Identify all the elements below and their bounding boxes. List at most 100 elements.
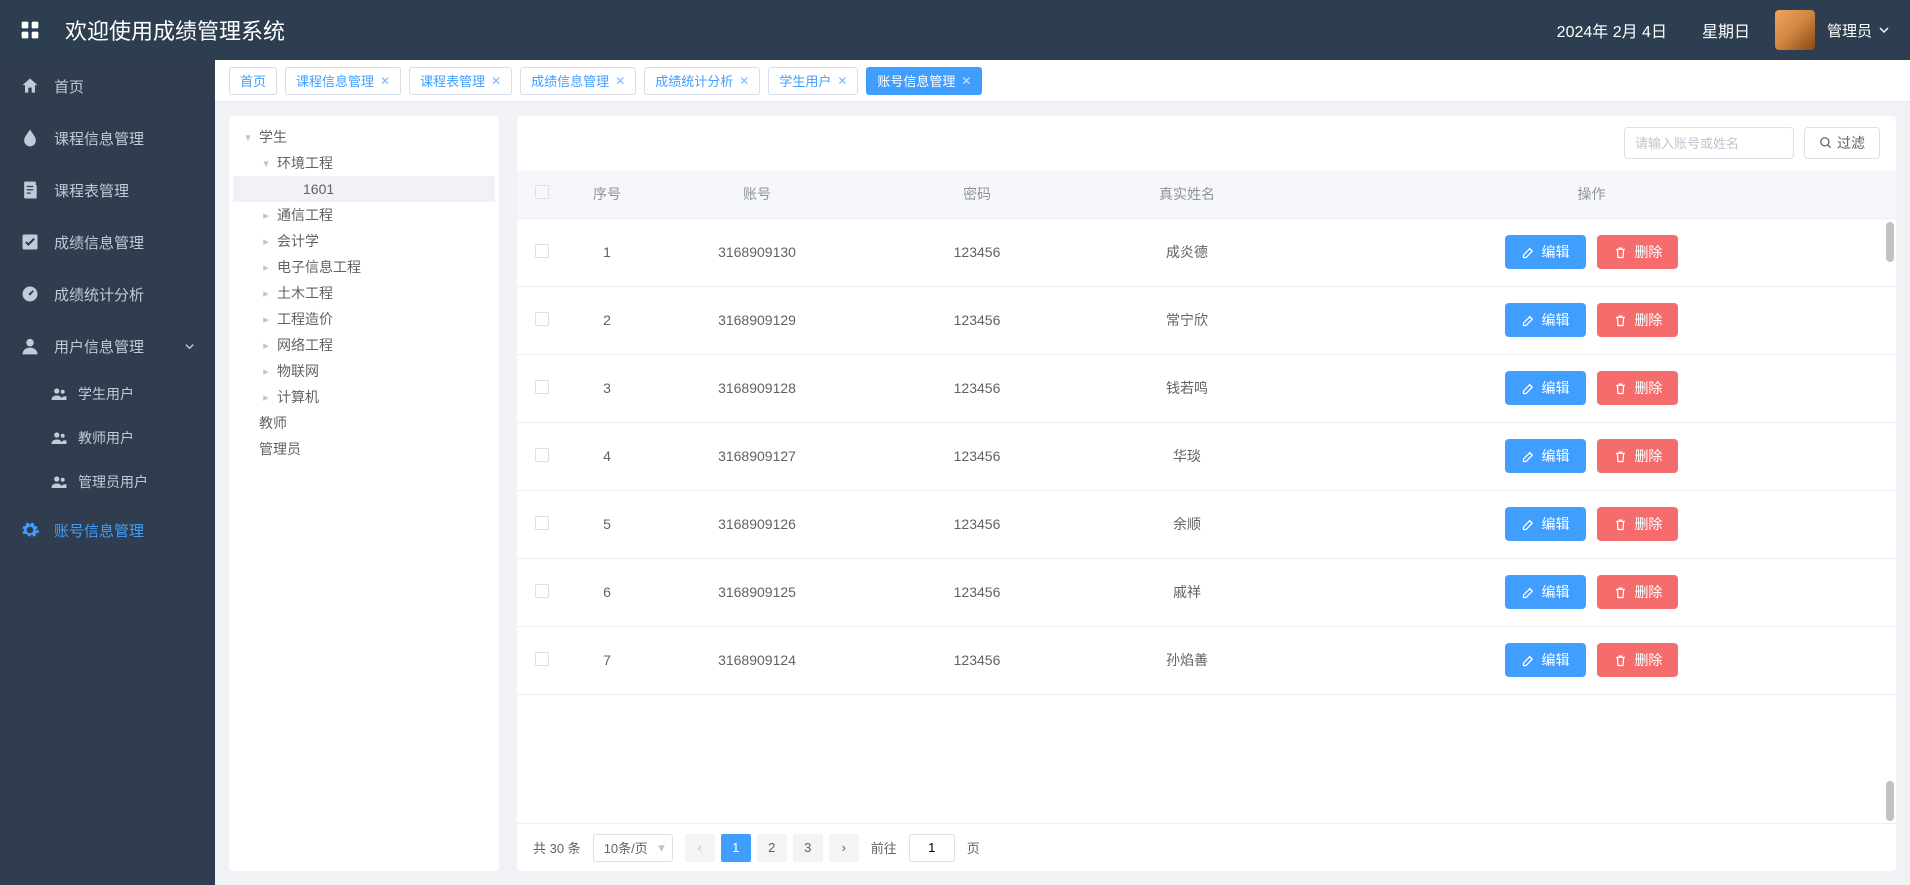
row-checkbox[interactable] xyxy=(535,380,549,394)
tree-toggle-icon[interactable]: ▸ xyxy=(259,338,273,352)
apps-icon[interactable] xyxy=(20,20,40,40)
tree-toggle-icon[interactable]: ▸ xyxy=(259,260,273,274)
delete-button[interactable]: 删除 xyxy=(1597,303,1678,337)
sidebar-subitem[interactable]: 教师用户 xyxy=(0,416,215,460)
tab[interactable]: 成绩统计分析✕ xyxy=(644,67,760,95)
tree-toggle-icon[interactable]: ▸ xyxy=(259,234,273,248)
sidebar-item-check[interactable]: 成绩信息管理 xyxy=(0,216,215,268)
sidebar-item-doc[interactable]: 课程表管理 xyxy=(0,164,215,216)
tab[interactable]: 账号信息管理✕ xyxy=(866,67,982,95)
sidebar-subitem[interactable]: 管理员用户 xyxy=(0,460,215,504)
tree-node[interactable]: ▾学生 xyxy=(233,124,495,150)
tab[interactable]: 首页 xyxy=(229,67,277,95)
dashboard-icon xyxy=(20,284,40,304)
close-icon[interactable]: ✕ xyxy=(739,74,749,88)
sidebar-item-home[interactable]: 首页 xyxy=(0,60,215,112)
tab[interactable]: 学生用户✕ xyxy=(768,67,858,95)
tree-node[interactable]: ▸电子信息工程 xyxy=(233,254,495,280)
sidebar-item-user[interactable]: 用户信息管理 xyxy=(0,320,215,372)
row-checkbox[interactable] xyxy=(535,448,549,462)
user-icon xyxy=(20,336,40,356)
close-icon[interactable]: ✕ xyxy=(491,74,501,88)
delete-button[interactable]: 删除 xyxy=(1597,575,1678,609)
page-number-button[interactable]: 1 xyxy=(721,834,751,862)
edit-button[interactable]: 编辑 xyxy=(1505,439,1586,473)
tree-toggle-icon[interactable]: ▾ xyxy=(241,130,255,144)
tree-toggle-icon[interactable]: ▸ xyxy=(259,208,273,222)
row-checkbox[interactable] xyxy=(535,244,549,258)
delete-button[interactable]: 删除 xyxy=(1597,439,1678,473)
tree-node[interactable]: ▸网络工程 xyxy=(233,332,495,358)
tree-toggle-icon[interactable]: ▸ xyxy=(259,390,273,404)
tree-node[interactable]: ▸计算机 xyxy=(233,384,495,410)
tree-node[interactable]: ▸物联网 xyxy=(233,358,495,384)
delete-label: 删除 xyxy=(1634,378,1662,398)
edit-button[interactable]: 编辑 xyxy=(1505,303,1586,337)
cell-index: 2 xyxy=(567,286,647,354)
edit-button[interactable]: 编辑 xyxy=(1505,575,1586,609)
cell-password: 123456 xyxy=(867,286,1087,354)
next-page-button[interactable]: › xyxy=(829,834,859,862)
search-input[interactable] xyxy=(1624,127,1794,159)
sidebar-item-drop[interactable]: 课程信息管理 xyxy=(0,112,215,164)
edit-icon xyxy=(1521,653,1536,668)
scrollbar[interactable] xyxy=(1886,222,1894,821)
col-index-header: 序号 xyxy=(567,170,647,218)
tree-node[interactable]: ▸通信工程 xyxy=(233,202,495,228)
goto-page-input[interactable] xyxy=(909,834,955,862)
tab[interactable]: 课程信息管理✕ xyxy=(285,67,401,95)
scrollbar-thumb[interactable] xyxy=(1886,781,1894,821)
tree-toggle-icon[interactable]: ▸ xyxy=(259,286,273,300)
row-checkbox[interactable] xyxy=(535,652,549,666)
close-icon[interactable]: ✕ xyxy=(961,74,971,88)
tree-node[interactable]: ▸会计学 xyxy=(233,228,495,254)
tree-node[interactable]: ▸土木工程 xyxy=(233,280,495,306)
delete-button[interactable]: 删除 xyxy=(1597,643,1678,677)
close-icon[interactable]: ✕ xyxy=(615,74,625,88)
edit-icon xyxy=(1521,313,1536,328)
scrollbar-thumb[interactable] xyxy=(1886,222,1894,262)
page-number-button[interactable]: 3 xyxy=(793,834,823,862)
delete-button[interactable]: 删除 xyxy=(1597,507,1678,541)
edit-button[interactable]: 编辑 xyxy=(1505,643,1586,677)
tree-toggle-icon[interactable]: ▾ xyxy=(259,156,273,170)
tree-node[interactable]: 管理员 xyxy=(233,436,495,462)
edit-button[interactable]: 编辑 xyxy=(1505,507,1586,541)
delete-button[interactable]: 删除 xyxy=(1597,235,1678,269)
row-checkbox[interactable] xyxy=(535,584,549,598)
delete-button[interactable]: 删除 xyxy=(1597,371,1678,405)
prev-page-button[interactable]: ‹ xyxy=(685,834,715,862)
sidebar-item-label: 课程表管理 xyxy=(54,180,129,201)
select-all-checkbox[interactable] xyxy=(535,185,549,199)
cell-password: 123456 xyxy=(867,354,1087,422)
page-size-select[interactable]: 10条/页 xyxy=(593,834,673,862)
row-checkbox[interactable] xyxy=(535,516,549,530)
tree-node[interactable]: ▸工程造价 xyxy=(233,306,495,332)
row-checkbox[interactable] xyxy=(535,312,549,326)
trash-icon xyxy=(1613,381,1628,396)
sidebar-subitem-label: 教师用户 xyxy=(78,428,134,448)
tab[interactable]: 成绩信息管理✕ xyxy=(520,67,636,95)
sidebar-item-dashboard[interactable]: 成绩统计分析 xyxy=(0,268,215,320)
cell-index: 1 xyxy=(567,218,647,286)
cell-account: 3168909128 xyxy=(647,354,867,422)
chevron-down-icon xyxy=(1878,24,1890,36)
edit-button[interactable]: 编辑 xyxy=(1505,371,1586,405)
tree-toggle-icon[interactable]: ▸ xyxy=(259,312,273,326)
header-weekday: 星期日 xyxy=(1702,18,1750,42)
cell-account: 3168909130 xyxy=(647,218,867,286)
page-number-button[interactable]: 2 xyxy=(757,834,787,862)
tree-node[interactable]: ▾环境工程 xyxy=(233,150,495,176)
sidebar-subitem[interactable]: 学生用户 xyxy=(0,372,215,416)
close-icon[interactable]: ✕ xyxy=(837,74,847,88)
tree-node[interactable]: 教师 xyxy=(233,410,495,436)
close-icon[interactable]: ✕ xyxy=(380,74,390,88)
cell-realname: 钱若鸣 xyxy=(1087,354,1287,422)
tree-toggle-icon[interactable]: ▸ xyxy=(259,364,273,378)
filter-button[interactable]: 过滤 xyxy=(1804,127,1880,159)
edit-button[interactable]: 编辑 xyxy=(1505,235,1586,269)
tab[interactable]: 课程表管理✕ xyxy=(409,67,512,95)
user-dropdown[interactable]: 管理员 xyxy=(1750,10,1890,50)
sidebar-item-gear[interactable]: 账号信息管理 xyxy=(0,504,215,556)
tree-node[interactable]: 1601 xyxy=(233,176,495,202)
